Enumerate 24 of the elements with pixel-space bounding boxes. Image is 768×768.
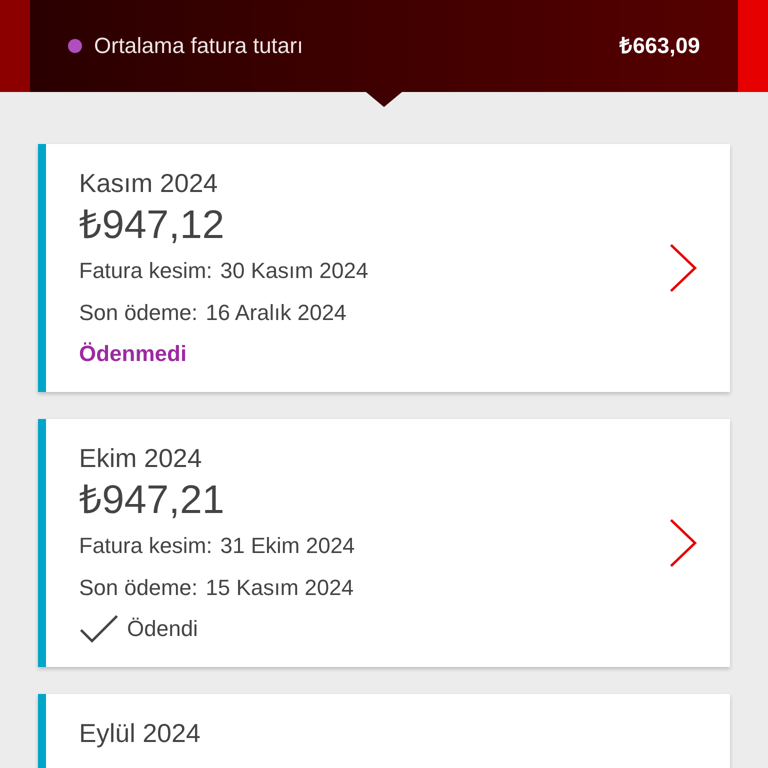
bill-amount: ₺947,21 — [79, 477, 226, 524]
issue-date: 31 Ekim 2024 — [220, 532, 355, 560]
due-date: 16 Aralık 2024 — [206, 299, 346, 327]
due-date: 15 Kasım 2024 — [206, 574, 354, 602]
bill-card[interactable]: Kasım 2024 ₺947,12 Fatura kesim: 30 Kasım 2024 Son ödeme: 16 Aralık 2024 Ödenmedi — [38, 144, 730, 392]
issue-date: 30 Kasım 2024 — [220, 257, 368, 285]
status-text: Ödendi — [127, 615, 198, 643]
month-title: Kasım 2024 — [79, 167, 219, 200]
bill-amount: ₺947,12 — [79, 202, 226, 249]
checkmark-icon — [79, 614, 119, 644]
pointer-icon — [366, 92, 402, 107]
status-text: Ödenmedi — [79, 341, 187, 366]
due-date-label: Son ödeme: — [79, 574, 198, 602]
chevron-right-icon — [668, 517, 698, 569]
issue-date-label: Fatura kesim: — [79, 257, 212, 285]
legend-label: Ortalama fatura tutarı — [94, 32, 304, 60]
due-date-label: Son ödeme: — [79, 299, 198, 327]
issue-date-label: Fatura kesim: — [79, 532, 212, 560]
month-title: Ekim 2024 — [79, 442, 203, 475]
month-title: Eylül 2024 — [79, 717, 202, 750]
average-amount: ₺663,09 — [620, 32, 700, 60]
bill-card[interactable]: Eylül 2024 — [38, 694, 730, 768]
bill-card[interactable]: Ekim 2024 ₺947,21 Fatura kesim: 31 Ekim 2024 Son ödeme: 15 Kasım 2024 Ödendi — [38, 419, 730, 667]
chevron-right-icon — [668, 242, 698, 294]
